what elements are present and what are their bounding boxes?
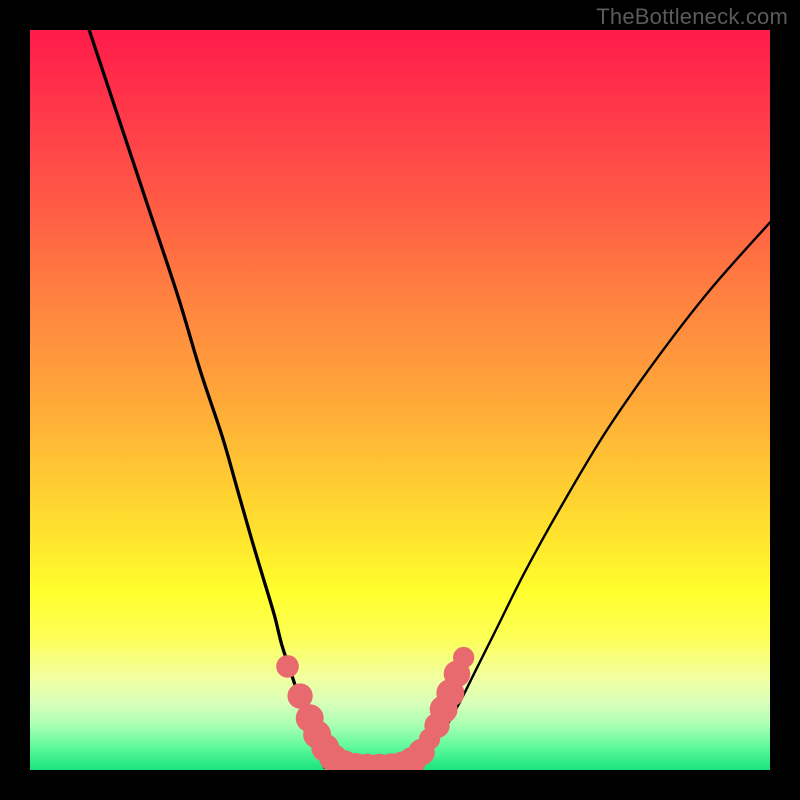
curve-markers — [276, 647, 474, 770]
curve-marker — [276, 655, 299, 678]
watermark-text: TheBottleneck.com — [596, 4, 788, 30]
chart-frame: TheBottleneck.com — [0, 0, 800, 800]
curve-marker — [453, 647, 474, 668]
bottleneck-curve — [89, 30, 770, 769]
plot-area — [30, 30, 770, 770]
curve-layer — [30, 30, 770, 770]
